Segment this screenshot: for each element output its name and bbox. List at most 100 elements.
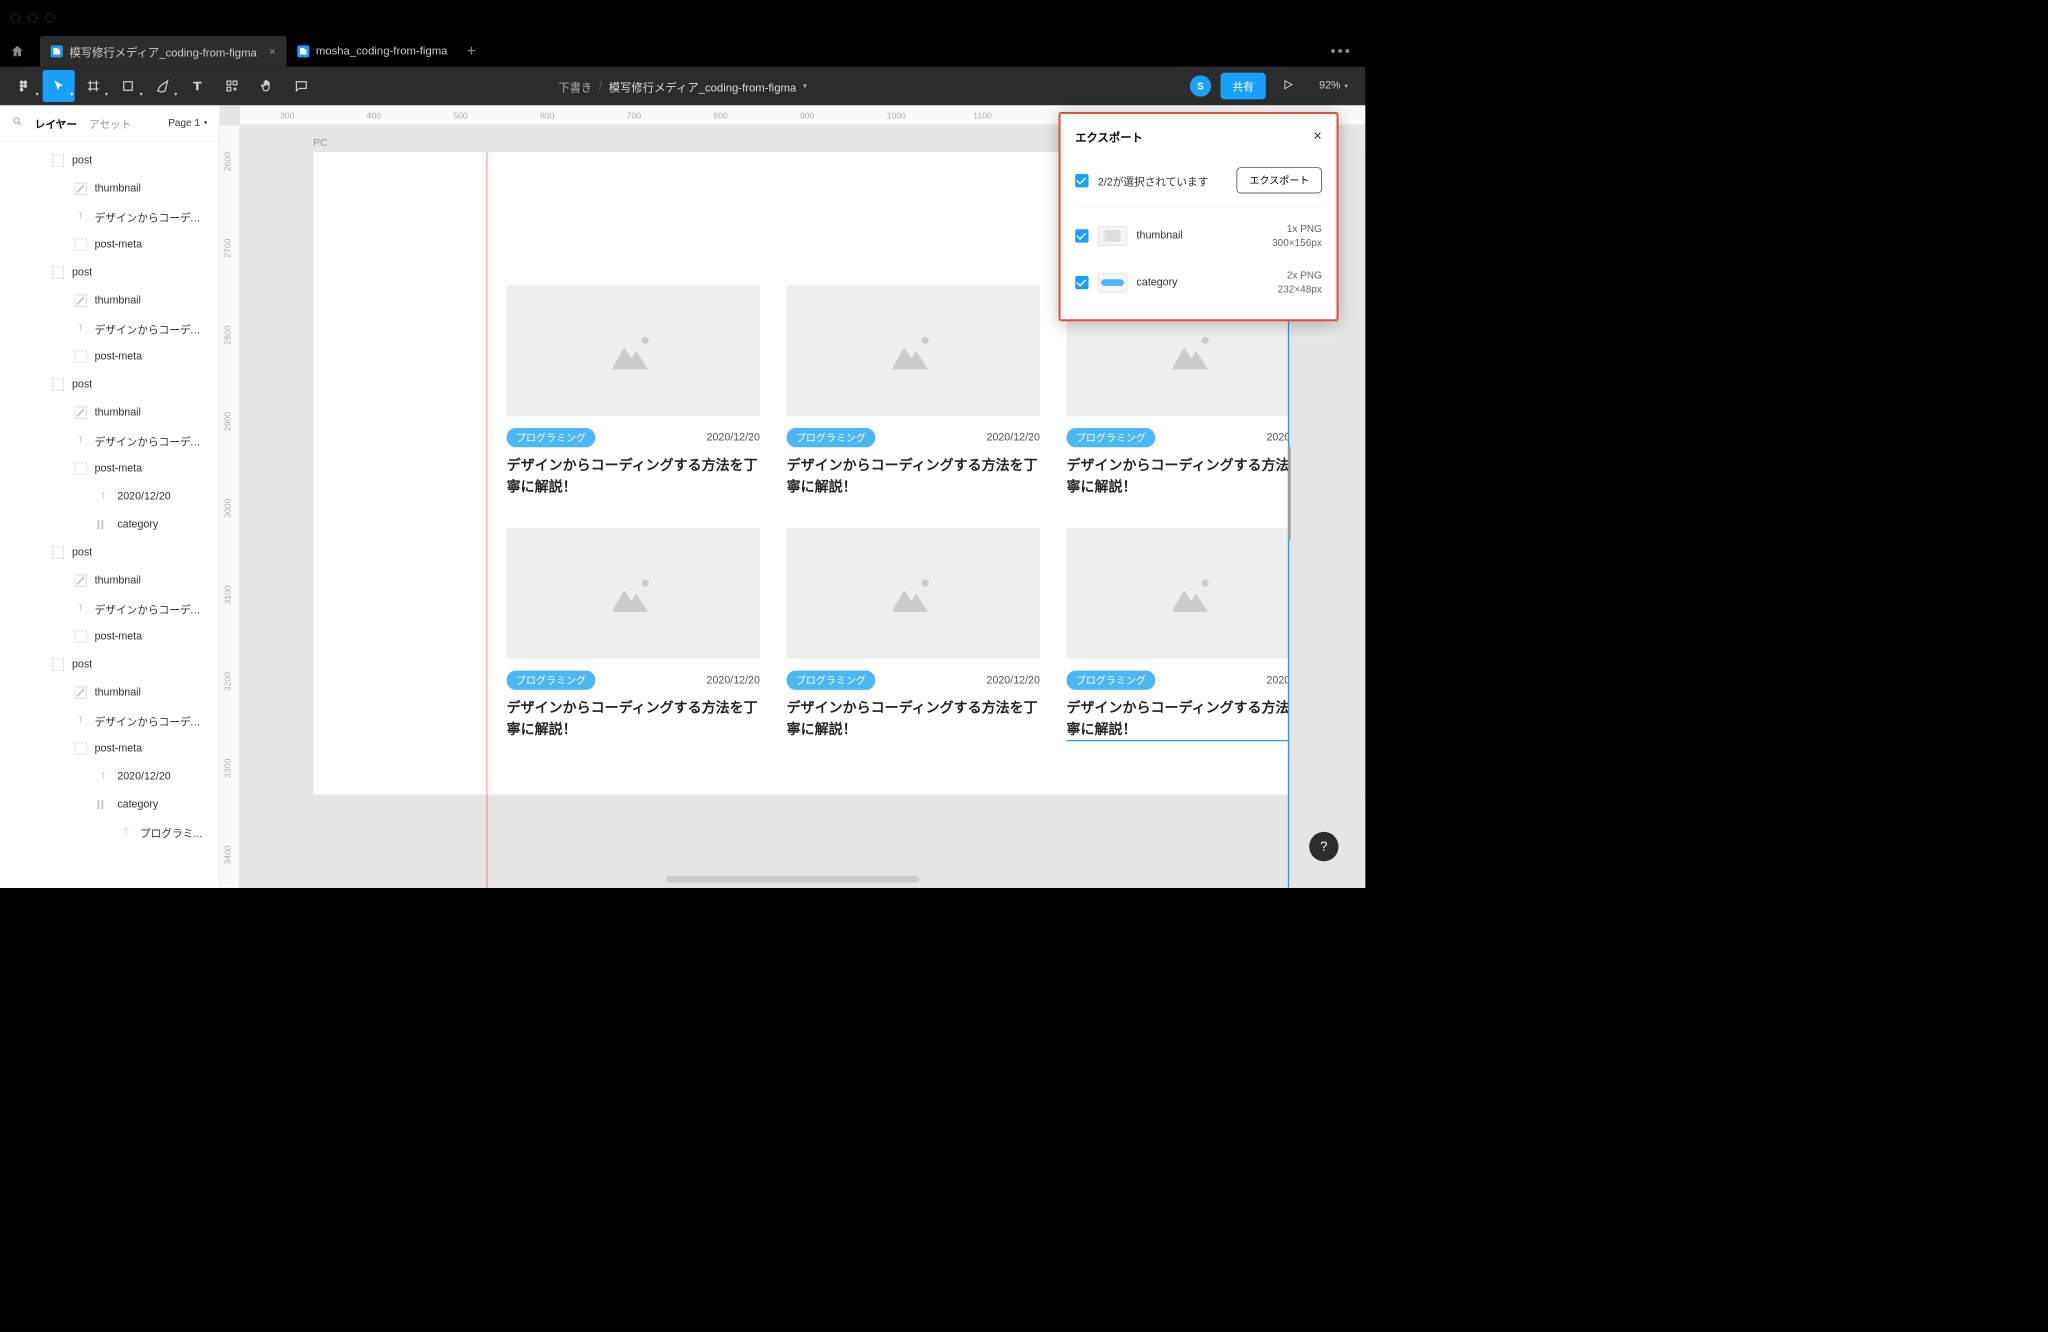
present-button[interactable] [1275, 78, 1300, 93]
resources-tool[interactable] [216, 70, 248, 102]
layer-row[interactable]: T2020/12/20 [0, 763, 219, 791]
layer-row[interactable]: thumbnail [0, 175, 219, 203]
layer-label: category [117, 519, 158, 531]
file-breadcrumb[interactable]: 下書き / 模写修行メディア_coding-from-figma ▾ [558, 78, 807, 95]
frame-icon [52, 659, 64, 671]
text-icon: T [75, 715, 87, 727]
post-card[interactable]: プログラミング2020/12/20デザインからコーディングする方法を丁寧に解説！ [787, 528, 1040, 741]
zoom-control[interactable]: 92%▾ [1310, 80, 1357, 92]
layer-row[interactable]: Tデザインからコーディ... [0, 595, 219, 623]
frame-tool[interactable]: ▾ [77, 70, 109, 102]
page-selector[interactable]: Page 1▾ [168, 117, 207, 128]
close-icon[interactable]: × [269, 44, 276, 58]
export-thumbnail [1098, 226, 1127, 246]
maximize-icon[interactable] [45, 13, 54, 22]
layer-row[interactable]: Tデザインからコーディ... [0, 707, 219, 735]
post-card[interactable]: プログラミング2020/12/20デザインからコーディングする方法を丁寧に解説！ [507, 285, 760, 497]
export-button[interactable]: エクスポート [1237, 167, 1322, 193]
tab-file-1[interactable]: 模写修行メディア_coding-from-figma × [40, 36, 286, 67]
layer-row[interactable]: thumbnail [0, 287, 219, 315]
close-icon[interactable] [11, 13, 20, 22]
thumbnail [507, 528, 760, 659]
img-icon [75, 575, 87, 587]
home-icon[interactable] [8, 42, 27, 61]
layer-row[interactable]: T デザインからコーディ... [0, 315, 219, 343]
file-icon [51, 45, 63, 57]
layer-row[interactable]: post-meta [0, 455, 219, 483]
post-card[interactable]: プログラミング2020/12/20デザインからコーディングする方法を丁寧に解説！ [787, 285, 1040, 497]
layer-row[interactable]: thumbnail [0, 679, 219, 707]
layer-label: category [117, 799, 158, 811]
chevron-down-icon: ▾ [1345, 82, 1348, 89]
layer-label: post-meta [95, 351, 142, 363]
minimize-icon[interactable] [28, 13, 37, 22]
shape-tool[interactable]: ▾ [112, 70, 144, 102]
layer-row[interactable]: post [0, 371, 219, 399]
search-icon[interactable] [12, 116, 23, 130]
layer-row[interactable]: post [0, 651, 219, 679]
layer-label: デザインからコーディ... [95, 601, 208, 617]
layer-label: デザインからコーディ... [95, 321, 208, 337]
layer-row[interactable]: post-meta [0, 623, 219, 651]
layer-row[interactable]: Tデザインからコーディ... [0, 203, 219, 231]
text-icon: T [75, 323, 87, 335]
layer-row[interactable]: post-meta [0, 343, 219, 371]
pen-tool[interactable]: ▾ [147, 70, 179, 102]
export-item[interactable]: thumbnail1x PNG300×156px [1075, 213, 1322, 260]
text-tool[interactable] [181, 70, 213, 102]
more-icon[interactable]: ••• [1317, 43, 1365, 60]
layer-label: post [72, 379, 92, 391]
layer-row[interactable]: Tデザインからコーディ... [0, 427, 219, 455]
layer-row[interactable]: post [0, 147, 219, 175]
layer-row[interactable]: category [0, 511, 219, 539]
layer-row[interactable]: thumbnail [0, 399, 219, 427]
guide-line[interactable] [487, 152, 488, 888]
draft-label: 下書き [558, 78, 592, 95]
hand-tool[interactable] [251, 70, 283, 102]
selected-count: 2/2が選択されています [1098, 172, 1208, 188]
layer-row[interactable]: post [0, 259, 219, 287]
post-title: デザインからコーディングする方法を丁寧に解説！ [787, 698, 1040, 740]
checkbox[interactable] [1075, 229, 1088, 242]
frame-icon [52, 379, 64, 391]
avatar[interactable]: S [1190, 75, 1211, 96]
tab-file-2[interactable]: mosha_coding-from-figma [286, 36, 458, 67]
share-button[interactable]: 共有 [1220, 73, 1265, 100]
layer-row[interactable]: post-meta [0, 231, 219, 259]
checkbox-all[interactable] [1075, 174, 1088, 187]
layer-label: post [72, 267, 92, 279]
selection-handle[interactable] [1288, 446, 1291, 539]
layer-label: 2020/12/20 [117, 491, 170, 503]
layer-row[interactable]: category [0, 791, 219, 819]
layer-label: thumbnail [95, 295, 141, 307]
layer-row[interactable]: T 2020/12/20 [0, 483, 219, 511]
sidebar-header: レイヤー アセット Page 1▾ [0, 105, 219, 141]
tab-layers[interactable]: レイヤー [35, 115, 77, 131]
close-icon[interactable]: × [1313, 127, 1322, 144]
text-icon: T [120, 827, 132, 839]
post-card[interactable]: プログラミング2020/12/20デザインからコーディングする方法を丁寧に解説！ [507, 528, 760, 741]
tab-label: mosha_coding-from-figma [316, 45, 448, 58]
help-button[interactable]: ? [1309, 832, 1338, 861]
layer-row[interactable]: post [0, 539, 219, 567]
filename: 模写修行メディア_coding-from-figma [609, 78, 796, 95]
add-tab-button[interactable]: + [458, 36, 485, 67]
checkbox[interactable] [1075, 276, 1088, 289]
frame-icon [52, 547, 64, 559]
export-item[interactable]: category2x PNG232×48px [1075, 259, 1322, 306]
layer-row[interactable]: thumbnail [0, 567, 219, 595]
frame-label[interactable]: PC [313, 137, 327, 148]
frame-icon [75, 239, 87, 251]
move-tool[interactable]: ▾ [43, 70, 75, 102]
figma-menu[interactable]: ▾ [8, 70, 40, 102]
chevron-down-icon[interactable]: ▾ [803, 81, 807, 90]
comment-tool[interactable] [285, 70, 317, 102]
layer-label: thumbnail [95, 575, 141, 587]
layer-row[interactable]: Tプログラミ... [0, 819, 219, 847]
post-card[interactable]: プログラミング2020/12/20デザインからコーディングする方法を丁寧に解説！ [1067, 528, 1320, 741]
text-icon: T [97, 491, 109, 503]
tab-assets[interactable]: アセット [89, 115, 131, 131]
frame-icon [52, 155, 64, 167]
scrollbar-horizontal[interactable] [666, 876, 919, 883]
layer-row[interactable]: post-meta [0, 735, 219, 763]
